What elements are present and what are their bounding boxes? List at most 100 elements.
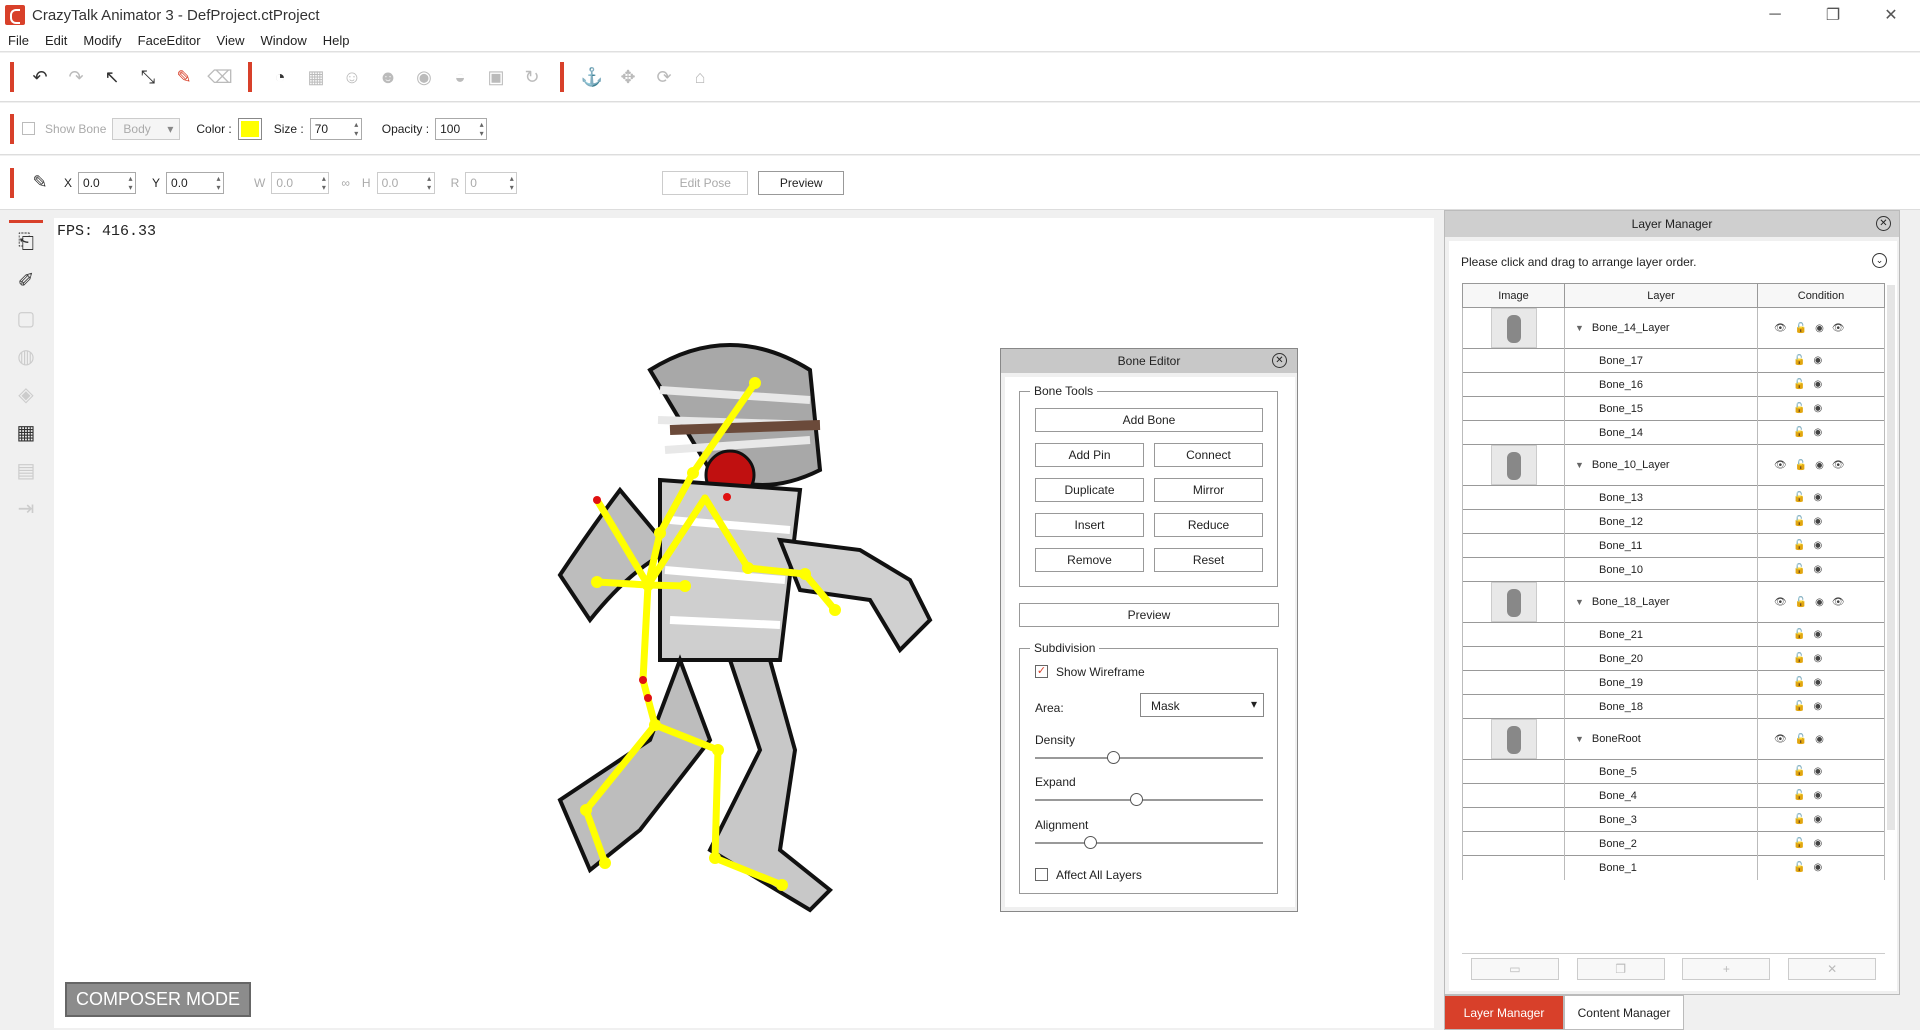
layer-name-cell[interactable]: Bone_16 — [1564, 372, 1758, 397]
prop-icon[interactable]: ◈ — [0, 375, 52, 413]
layer-scrollbar[interactable] — [1887, 285, 1895, 830]
layer-row[interactable]: Bone_13 🔓 ◉ — [1462, 485, 1885, 510]
pen-icon[interactable]: ✎ — [26, 169, 54, 197]
lock-icon[interactable]: 🔓 — [1793, 355, 1805, 366]
layer-row[interactable]: ▼ Bone_10_Layer 👁 🔓 ◉ 👁 — [1462, 444, 1885, 486]
x-input[interactable]: 0.0 — [78, 171, 137, 194]
remove-button[interactable]: Remove — [1035, 548, 1144, 572]
layer-row[interactable]: Bone_11 🔓 ◉ — [1462, 533, 1885, 558]
x-ray-eye-icon[interactable]: 👁 — [1832, 323, 1845, 334]
layer-name-cell[interactable]: ▼ Bone_14_Layer — [1564, 307, 1758, 349]
face-key-icon[interactable]: ☻ — [374, 63, 402, 91]
w-input[interactable]: 0.0 — [271, 171, 330, 194]
layer-name-cell[interactable]: Bone_15 — [1564, 396, 1758, 421]
layer-name-cell[interactable]: Bone_14 — [1564, 420, 1758, 445]
copy-layer-icon[interactable]: ❐ — [1576, 957, 1665, 980]
lock-icon[interactable]: 🔓 — [1793, 701, 1805, 712]
edit-pose-button[interactable]: Edit Pose — [662, 170, 749, 195]
layer-name-cell[interactable]: ▼ BoneRoot — [1564, 718, 1758, 760]
layer-row[interactable]: ▼ Bone_14_Layer 👁 🔓 ◉ 👁 — [1462, 307, 1885, 349]
head-tool-icon[interactable]: ◔ — [266, 63, 294, 91]
close-button[interactable]: ✕ — [1862, 0, 1920, 30]
layer-row[interactable]: Bone_10 🔓 ◉ — [1462, 557, 1885, 582]
mirror-button[interactable]: Mirror — [1154, 478, 1263, 502]
render-icon[interactable]: ◉ — [1813, 790, 1822, 801]
lock-icon[interactable]: 🔓 — [1793, 766, 1805, 777]
menu-window[interactable]: Window — [260, 33, 306, 48]
layer-name-cell[interactable]: Bone_4 — [1564, 783, 1758, 808]
menu-help[interactable]: Help — [323, 33, 350, 48]
layer-row[interactable]: Bone_3 🔓 ◉ — [1462, 807, 1885, 832]
lock-icon[interactable]: 🔓 — [1793, 629, 1805, 640]
undo-icon[interactable]: ↶ — [26, 63, 54, 91]
layer-row[interactable]: Bone_20 🔓 ◉ — [1462, 646, 1885, 671]
layer-row[interactable]: Bone_4 🔓 ◉ — [1462, 783, 1885, 808]
add-pin-button[interactable]: Add Pin — [1035, 443, 1144, 467]
visibility-eye-icon[interactable]: 👁 — [1774, 734, 1787, 745]
render-icon[interactable]: ◉ — [1813, 516, 1822, 527]
render-icon[interactable]: ◉ — [1813, 701, 1822, 712]
visibility-eye-icon[interactable]: 👁 — [1774, 323, 1787, 334]
layer-row[interactable]: Bone_18 🔓 ◉ — [1462, 694, 1885, 719]
y-input[interactable]: 0.0 — [166, 171, 225, 194]
r-input[interactable]: 0 — [465, 171, 518, 194]
lock-icon[interactable]: 🔓 — [1793, 862, 1805, 873]
layer-row[interactable]: ▼ Bone_18_Layer 👁 🔓 ◉ 👁 — [1462, 581, 1885, 623]
link-icon[interactable]: ∞ — [341, 176, 350, 190]
menu-modify[interactable]: Modify — [83, 33, 121, 48]
layer-name-cell[interactable]: Bone_13 — [1564, 485, 1758, 510]
render-icon[interactable]: ◉ — [1815, 460, 1824, 471]
back-icon[interactable]: ⎗ — [0, 223, 52, 261]
density-slider-thumb[interactable] — [1107, 751, 1120, 764]
layer-row[interactable]: Bone_19 🔓 ◉ — [1462, 670, 1885, 695]
minimize-button[interactable]: ─ — [1746, 0, 1804, 30]
lock-icon[interactable]: 🔓 — [1793, 838, 1805, 849]
layer-name-cell[interactable]: Bone_20 — [1564, 646, 1758, 671]
transform-select-icon[interactable]: ⤡ — [134, 63, 162, 91]
face-icon[interactable]: ☺ — [338, 63, 366, 91]
mummy-character[interactable] — [530, 330, 970, 930]
sprite-icon[interactable]: ▣ — [482, 63, 510, 91]
anchor-icon[interactable]: ⚓ — [578, 63, 606, 91]
duplicate-button[interactable]: Duplicate — [1035, 478, 1144, 502]
lock-icon[interactable]: 🔓 — [1795, 323, 1807, 334]
export-icon[interactable]: ⇥ — [0, 489, 52, 527]
opacity-stepper[interactable]: 100 — [435, 117, 488, 140]
lock-icon[interactable]: 🔓 — [1793, 492, 1805, 503]
h-input[interactable]: 0.0 — [376, 171, 435, 194]
eye-icon[interactable]: ◉ — [410, 63, 438, 91]
render-icon[interactable]: ◉ — [1815, 323, 1824, 334]
layer-row[interactable]: Bone_16 🔓 ◉ — [1462, 372, 1885, 397]
layer-name-cell[interactable]: Bone_12 — [1564, 509, 1758, 534]
expand-triangle-icon[interactable]: ▼ — [1575, 460, 1584, 470]
layer-name-cell[interactable]: Bone_2 — [1564, 831, 1758, 856]
alignment-slider-thumb[interactable] — [1084, 836, 1097, 849]
layer-row[interactable]: Bone_15 🔓 ◉ — [1462, 396, 1885, 421]
layout-icon[interactable]: ▤ — [0, 451, 52, 489]
preview-button[interactable]: Preview — [758, 170, 845, 195]
body-dropdown[interactable]: Body — [112, 117, 181, 140]
render-icon[interactable]: ◉ — [1813, 766, 1822, 777]
layer-row[interactable]: Bone_1 🔓 ◉ — [1462, 855, 1885, 880]
add-bone-button[interactable]: Add Bone — [1035, 408, 1263, 432]
lock-icon[interactable]: 🔓 — [1793, 540, 1805, 551]
layer-name-cell[interactable]: Bone_3 — [1564, 807, 1758, 832]
home-icon[interactable]: ⌂ — [686, 63, 714, 91]
visibility-eye-icon[interactable]: 👁 — [1774, 460, 1787, 471]
brush-icon[interactable]: ✐ — [0, 261, 52, 299]
layer-name-cell[interactable]: Bone_5 — [1564, 759, 1758, 784]
lock-icon[interactable]: 🔓 — [1795, 460, 1807, 471]
render-icon[interactable]: ◉ — [1813, 492, 1822, 503]
composer-mode-button[interactable]: COMPOSER MODE — [65, 982, 251, 1017]
close-icon[interactable]: ✕ — [1876, 216, 1891, 231]
lock-icon[interactable]: 🔓 — [1793, 403, 1805, 414]
add-layer-icon[interactable]: + — [1682, 957, 1771, 980]
layer-row[interactable]: Bone_5 🔓 ◉ — [1462, 759, 1885, 784]
render-icon[interactable]: ◉ — [1815, 734, 1824, 745]
expand-slider[interactable] — [1035, 799, 1263, 801]
lock-icon[interactable]: 🔓 — [1793, 379, 1805, 390]
layer-row[interactable]: Bone_14 🔓 ◉ — [1462, 420, 1885, 445]
render-icon[interactable]: ◉ — [1813, 629, 1822, 640]
remove-layer-icon[interactable]: ✕ — [1788, 957, 1877, 980]
area-select[interactable]: Mask ▾ — [1140, 693, 1264, 717]
